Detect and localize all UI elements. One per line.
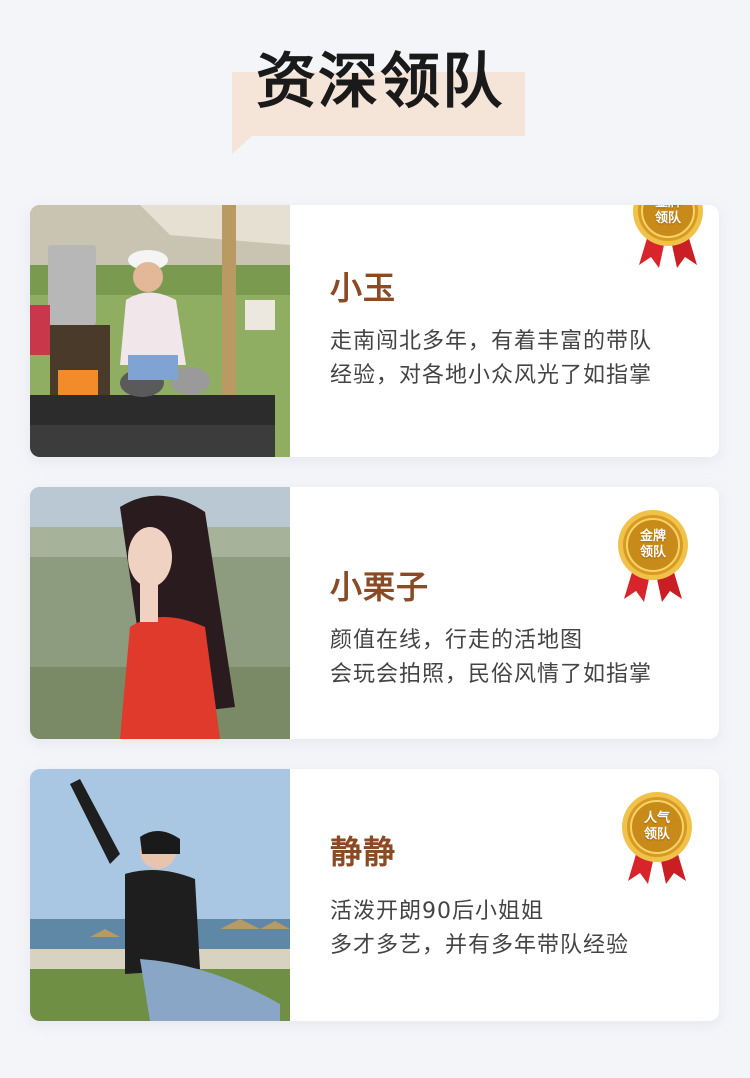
leader-name: 小玉 <box>330 269 397 307</box>
medal-label: 人气 <box>643 811 670 826</box>
description-line: 经验，对各地小众风光了如指掌 <box>330 363 653 388</box>
description-line: 多才多艺，并有多年带队经验 <box>330 933 630 958</box>
description-line: 走南闯北多年，有着丰富的带队 <box>330 329 653 354</box>
description-line: 活泼开朗90后小姐姐 <box>330 899 544 924</box>
leader-card-xiaoyu[interactable]: 小玉 走南闯北多年，有着丰富的带队 经验，对各地小众风光了如指掌 金牌 领队 <box>30 205 719 457</box>
leader-card-xiaolizi[interactable]: 小栗子 颜值在线，行走的活地图 会玩会拍照，民俗风情了如指掌 金牌 领队 <box>30 487 719 739</box>
medal-label: 领队 <box>643 827 670 842</box>
leader-name: 小栗子 <box>330 568 430 606</box>
leader-description: 活泼开朗90后小姐姐 多才多艺，并有多年带队经验 <box>330 895 700 963</box>
leader-card-jingjing[interactable]: 静静 活泼开朗90后小姐姐 多才多艺，并有多年带队经验 人气 领队 <box>30 769 719 1021</box>
description-line: 颜值在线，行走的活地图 <box>330 628 584 653</box>
medal-label: 领队 <box>654 211 681 226</box>
gold-leader-medal-icon: 金牌 领队 <box>614 509 692 609</box>
description-line: 会玩会拍照，民俗风情了如指掌 <box>330 662 653 687</box>
popular-leader-medal-icon: 人气 领队 <box>618 791 696 891</box>
leader-photo <box>30 487 290 739</box>
medal-label: 领队 <box>639 545 666 560</box>
leader-description: 颜值在线，行走的活地图 会玩会拍照，民俗风情了如指掌 <box>330 624 700 692</box>
title-highlight-tail <box>232 136 252 154</box>
gold-leader-medal-icon: 金牌 领队 <box>629 205 707 275</box>
medal-label: 金牌 <box>639 529 666 544</box>
leader-photo <box>30 769 290 1021</box>
page-title: 资深领队 <box>256 47 504 117</box>
section-header: 资深领队 <box>0 0 750 170</box>
leader-photo <box>30 205 290 457</box>
leader-description: 走南闯北多年，有着丰富的带队 经验，对各地小众风光了如指掌 <box>330 325 700 393</box>
leader-name: 静静 <box>330 833 397 871</box>
